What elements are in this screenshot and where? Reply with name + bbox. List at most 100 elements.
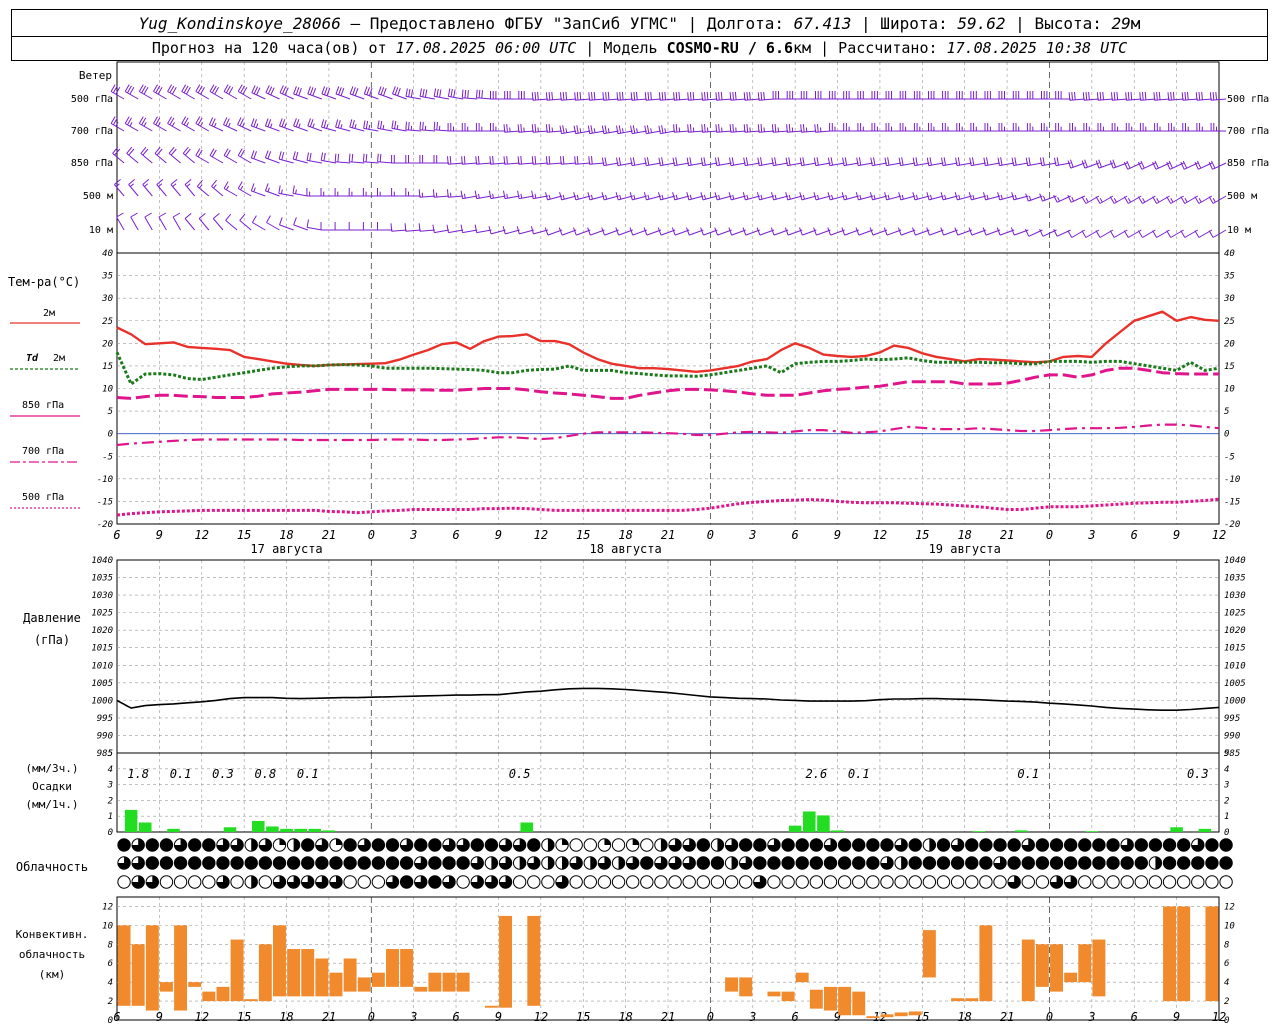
cloud-fill-full (1078, 838, 1091, 852)
wind-barb (673, 124, 690, 133)
x-tick-label-bottom: 18 (618, 1010, 632, 1024)
wind-barb (899, 91, 916, 100)
wind-barb (1011, 192, 1029, 201)
x-tick-label-bottom: 18 (957, 1010, 971, 1024)
cloud-fill-full (456, 856, 470, 870)
cloud-fill-sector (547, 838, 555, 852)
wind-barb (264, 150, 280, 164)
x-tick-label: 12 (873, 528, 887, 542)
wind-level-label-right: 10 м (1227, 225, 1251, 236)
wind-barb (196, 179, 210, 197)
temp-ytick-left: 0 (108, 430, 113, 440)
cloud-fill-full (1163, 856, 1176, 870)
cloud-circle (569, 838, 583, 852)
wind-barb (701, 91, 718, 101)
conv-bar (159, 982, 173, 992)
wind-barb (460, 224, 478, 234)
wind-barb (814, 124, 831, 133)
x-tick-label-bottom: 6 (452, 1010, 459, 1024)
wind-level-label-left: 10 м (89, 225, 113, 236)
conv-bar (414, 986, 428, 992)
wind-level-label-left: 850 гПа (71, 158, 113, 169)
precip-ytick-left: 1 (108, 812, 113, 822)
pressure-ytick-right: 1035 (1224, 574, 1246, 584)
x-tick-label: 0 (368, 528, 375, 542)
cloud-circle (583, 838, 597, 852)
conv-ytick-left: 12 (102, 902, 113, 912)
cloud-fill-full (343, 838, 357, 852)
wind-barb (170, 179, 181, 197)
conv-bar (315, 958, 329, 997)
wind-barb (715, 124, 732, 133)
cloud-fill-full (174, 856, 187, 870)
cloud-circle (230, 875, 244, 889)
cloud-fill-full (471, 838, 484, 852)
temp-ytick-right: -20 (1224, 520, 1240, 530)
conv-bar (922, 930, 936, 978)
wind-barb (377, 120, 393, 132)
chart-marks: -20 -20-15 -15-10 -10-5 -50 05 510 1015 1520 2025… (71, 61, 1269, 1024)
cloud-circle (922, 875, 937, 889)
cloud-fill-full (880, 838, 894, 852)
precip-bar (1085, 831, 1099, 832)
wind-barb (956, 91, 972, 100)
temp-ytick-left: -20 (97, 520, 113, 530)
pressure-ytick-right: 1000 (1224, 696, 1246, 706)
x-tick-label-bottom: 15 (237, 1010, 251, 1024)
wind-barb (168, 146, 181, 164)
conv-bar (174, 925, 188, 1011)
precip-ytick-left: 5 (108, 749, 113, 759)
wind-barb (1182, 123, 1198, 132)
conv-bar (258, 944, 272, 1002)
conv-ytick-right: 8 (1224, 940, 1229, 950)
cloud-fill-full (343, 856, 357, 870)
wind-barb (928, 123, 944, 132)
wind-barb (588, 91, 605, 101)
conv-bar (428, 972, 442, 992)
wind-barb (348, 153, 365, 164)
cloud-fill-full (781, 856, 795, 870)
cloud-circle (188, 875, 202, 889)
conv-ytick-left: 4 (108, 978, 113, 988)
conv-bar (371, 972, 385, 987)
wind-barb (1139, 91, 1156, 101)
precip-total-label: 0.3 (1187, 767, 1209, 781)
wind-barb (1208, 229, 1227, 238)
cloud-fill-full (485, 838, 498, 852)
wind-barb (140, 146, 153, 164)
conv-bar (301, 949, 315, 997)
precip-bar (252, 820, 265, 832)
conv-bar (386, 949, 399, 987)
wind-barb (223, 181, 238, 197)
wind-barb (829, 91, 845, 100)
precip-ytick-right: 0 (1224, 828, 1229, 838)
pressure-ytick-right: 1010 (1224, 661, 1246, 671)
wind-barb (998, 123, 1015, 132)
cloud-fill-full (1092, 838, 1106, 852)
cloud-fill-full (951, 856, 964, 870)
wind-barb (956, 123, 972, 132)
wind-barb (630, 125, 647, 135)
precip-bar (167, 828, 180, 832)
wind-barb (239, 213, 252, 231)
cloud-fill-full (188, 856, 201, 870)
conv-bar (1163, 906, 1177, 1002)
precip-ytick-left: 4 (108, 765, 113, 775)
wind-barb (998, 91, 1015, 100)
wind-barb (237, 181, 252, 197)
wind-barb (377, 188, 393, 197)
precip-bar (788, 825, 802, 832)
temp-ytick-right: -5 (1224, 452, 1235, 462)
cloud-fill-full (428, 875, 442, 889)
cloud-fill-full (400, 856, 413, 870)
wind-barb (531, 156, 548, 165)
wind-barb (984, 123, 1000, 132)
cloud-fill-full (372, 856, 385, 870)
precip-ytick-left: 2 (108, 796, 113, 806)
conv-bar (400, 949, 414, 987)
wind-barb (419, 155, 435, 164)
wind-barb (1026, 91, 1043, 100)
wind-barb (212, 213, 224, 231)
precip-bar (803, 811, 816, 832)
cloud-circle (258, 875, 273, 889)
